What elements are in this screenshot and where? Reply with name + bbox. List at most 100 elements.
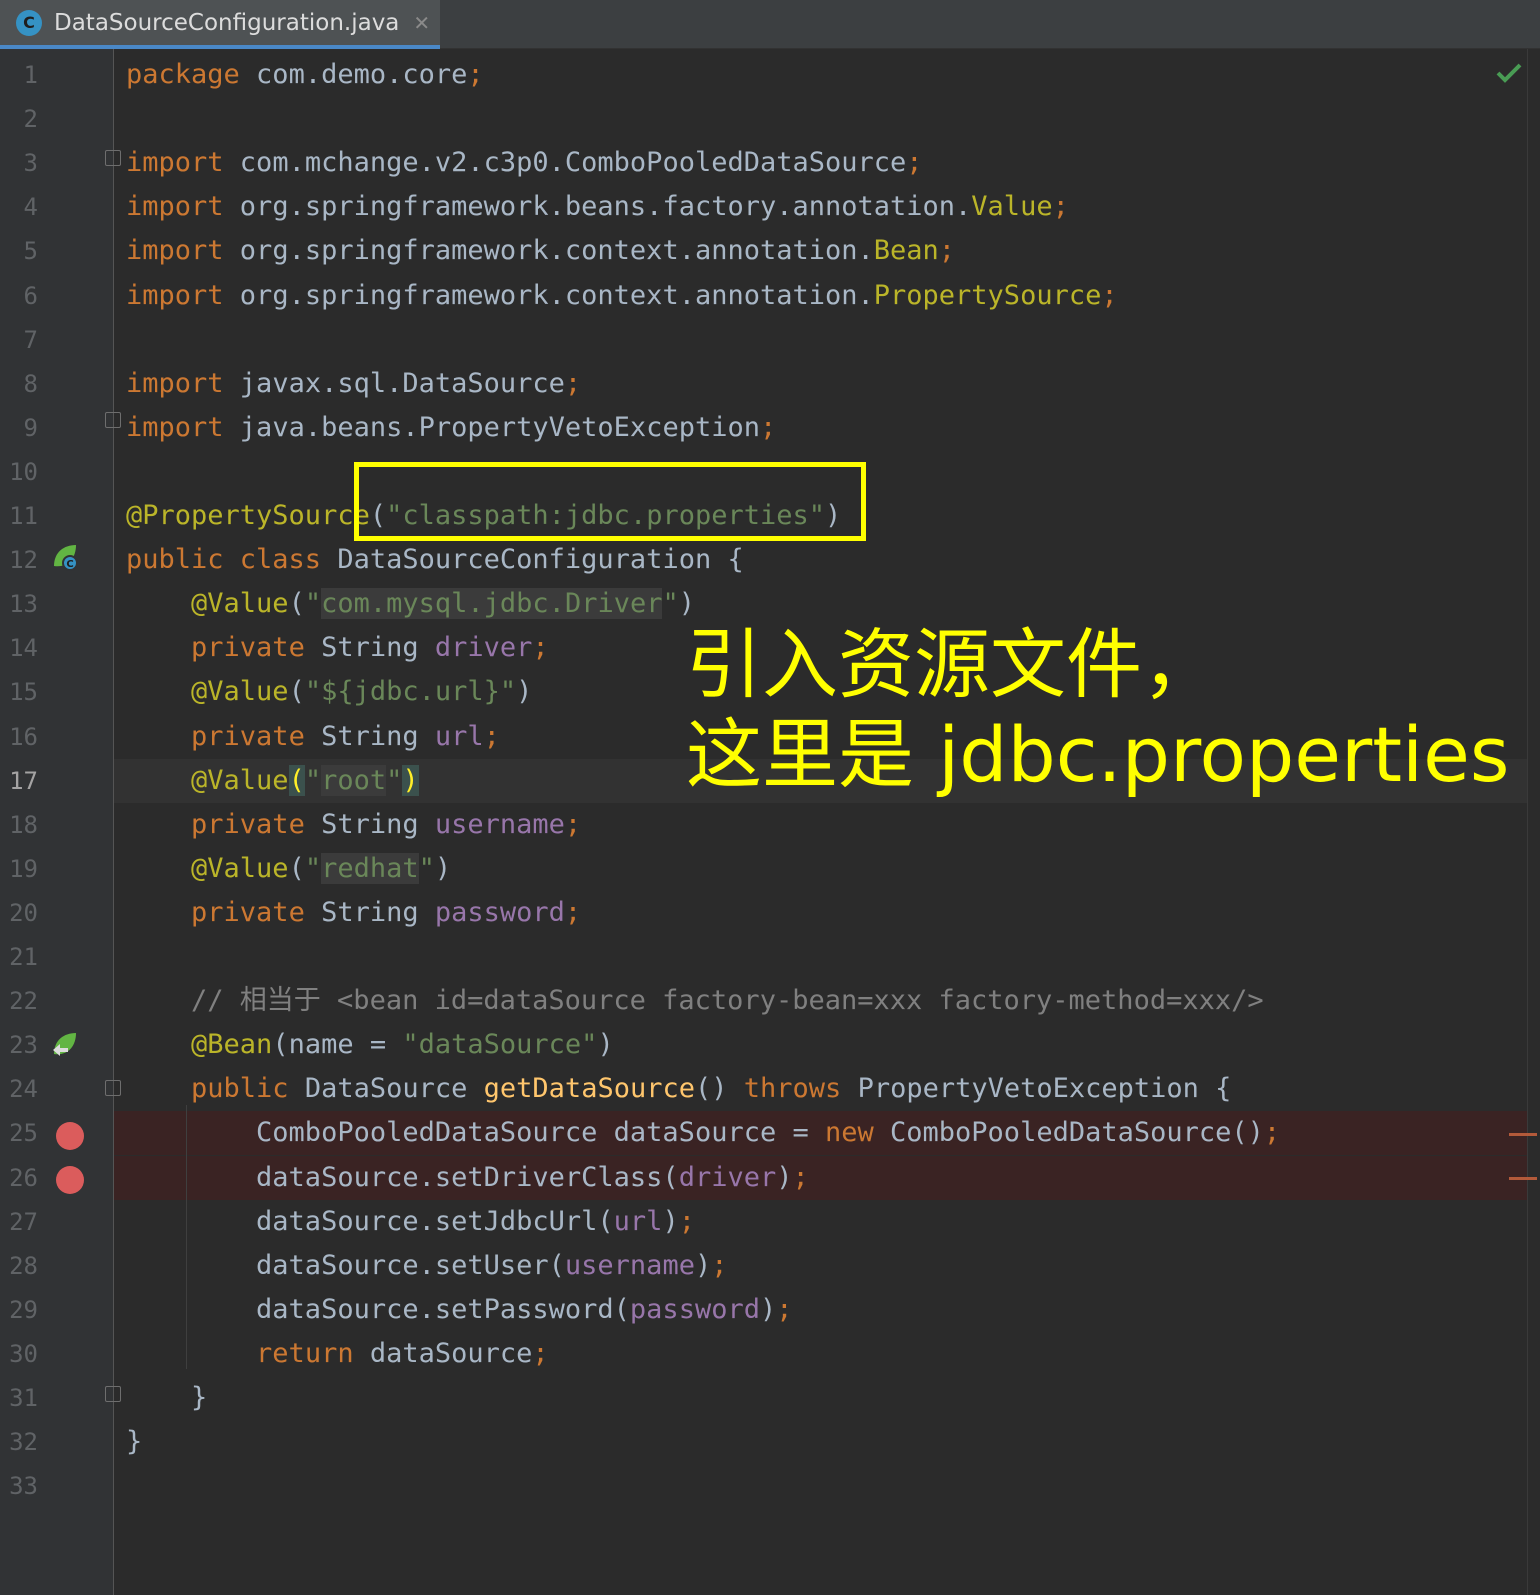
code-token: throws bbox=[743, 1073, 842, 1104]
code-token: ComboPooledDataSource() bbox=[873, 1117, 1264, 1148]
fold-toggle-icon[interactable] bbox=[105, 1080, 121, 1096]
code-line[interactable]: 8 import javax.sql.DataSource; bbox=[0, 362, 1540, 406]
code-token: @Bean bbox=[191, 1029, 273, 1060]
code-text[interactable]: @Value("${jdbc.url}") bbox=[126, 670, 532, 714]
code-line[interactable]: 32} bbox=[0, 1420, 1540, 1464]
line-number: 2 bbox=[23, 105, 38, 133]
code-line[interactable]: 33 bbox=[0, 1464, 1540, 1508]
line-number: 18 bbox=[9, 811, 38, 839]
code-line[interactable]: 28 dataSource.setUser(username); bbox=[0, 1244, 1540, 1288]
error-stripe-mark[interactable] bbox=[1509, 1177, 1537, 1180]
code-text[interactable]: @Value("com.mysql.jdbc.Driver") bbox=[126, 582, 695, 626]
code-token: password bbox=[629, 1294, 760, 1325]
code-line[interactable]: 18 private String username; bbox=[0, 803, 1540, 847]
close-icon[interactable]: ✕ bbox=[413, 11, 430, 35]
code-text[interactable]: private String username; bbox=[126, 803, 581, 847]
code-text[interactable]: // 相当于 <bean id=dataSource factory-bean=… bbox=[126, 979, 1264, 1023]
line-number: 21 bbox=[9, 943, 38, 971]
code-line[interactable]: 30 return dataSource; bbox=[0, 1332, 1540, 1376]
tab-label: DataSourceConfiguration.java bbox=[54, 9, 400, 36]
code-token: ; bbox=[1101, 280, 1118, 311]
code-token: password bbox=[434, 897, 565, 928]
code-line[interactable]: 2 bbox=[0, 97, 1540, 141]
code-token: (name = bbox=[272, 1029, 403, 1060]
code-token: ComboPooledDataSource dataSource = bbox=[126, 1117, 825, 1148]
spring-bean-method-gutter-icon[interactable] bbox=[50, 1030, 80, 1060]
code-line[interactable]: 1 package com.demo.core; bbox=[0, 53, 1540, 97]
tab-datasourceconfiguration[interactable]: C DataSourceConfiguration.java ✕ bbox=[0, 0, 440, 49]
breakpoint-icon[interactable] bbox=[56, 1166, 84, 1194]
code-token: private bbox=[191, 721, 305, 752]
code-line[interactable]: 7 bbox=[0, 318, 1540, 362]
no-problems-check-icon[interactable] bbox=[1496, 62, 1522, 84]
code-text[interactable]: @Value("root") bbox=[126, 759, 419, 803]
code-token: " bbox=[418, 853, 435, 884]
code-line[interactable]: 6 import org.springframework.context.anno… bbox=[0, 274, 1540, 318]
code-text[interactable]: dataSource.setPassword(password); bbox=[126, 1288, 792, 1332]
code-token: ; bbox=[564, 368, 582, 399]
code-text[interactable]: @Value("redhat") bbox=[126, 847, 451, 891]
code-token: import bbox=[126, 191, 224, 222]
code-token: ( bbox=[288, 676, 305, 707]
code-text[interactable]: import java.beans.PropertyVetoException; bbox=[126, 406, 776, 450]
code-token: com.mysql.jdbc.Driver bbox=[321, 588, 663, 619]
code-line[interactable]: 24 public DataSource getDataSource() thr… bbox=[0, 1067, 1540, 1111]
code-token: getDataSource bbox=[483, 1073, 695, 1104]
code-line[interactable]: 5 import org.springframework.context.anno… bbox=[0, 229, 1540, 273]
code-text[interactable]: dataSource.setUser(username); bbox=[126, 1244, 727, 1288]
code-line[interactable]: 3 import com.mchange.v2.c3p0.ComboPooledD… bbox=[0, 141, 1540, 185]
code-text[interactable]: } bbox=[126, 1376, 207, 1420]
code-text[interactable]: public DataSource getDataSource() throws… bbox=[126, 1067, 1231, 1111]
code-line[interactable]: 19 @Value("redhat") bbox=[0, 847, 1540, 891]
code-token: } bbox=[126, 1426, 143, 1457]
code-line[interactable]: 25 ComboPooledDataSource dataSource = ne… bbox=[0, 1111, 1540, 1155]
code-text[interactable]: package com.demo.core; bbox=[126, 53, 484, 97]
code-line[interactable]: 31 } bbox=[0, 1376, 1540, 1420]
breakpoint-icon[interactable] bbox=[56, 1122, 84, 1150]
code-line[interactable]: 27 dataSource.setJdbcUrl(url); bbox=[0, 1200, 1540, 1244]
code-text[interactable]: import org.springframework.context.annot… bbox=[126, 274, 1118, 318]
code-line[interactable]: 23 @Bean(name = "dataSource") bbox=[0, 1023, 1540, 1067]
code-token: ) bbox=[678, 588, 696, 619]
code-token: ; bbox=[1052, 191, 1069, 222]
spring-bean-gutter-icon[interactable]: C bbox=[50, 542, 80, 572]
line-number: 31 bbox=[9, 1384, 38, 1412]
code-token: ; bbox=[906, 147, 923, 178]
code-text[interactable]: dataSource.setJdbcUrl(url); bbox=[126, 1200, 695, 1244]
fold-toggle-icon[interactable] bbox=[105, 1386, 121, 1402]
code-text[interactable]: import com.mchange.v2.c3p0.ComboPooledDa… bbox=[126, 141, 923, 185]
code-line[interactable]: 21 bbox=[0, 935, 1540, 979]
code-text[interactable]: } bbox=[126, 1420, 142, 1464]
code-token: ) bbox=[662, 1206, 679, 1237]
code-line[interactable]: 29 dataSource.setPassword(password); bbox=[0, 1288, 1540, 1332]
code-text[interactable]: public class DataSourceConfiguration { bbox=[126, 538, 744, 582]
code-line[interactable]: 22 // 相当于 <bean id=dataSource factory-be… bbox=[0, 979, 1540, 1023]
code-line[interactable]: 26 dataSource.setDriverClass(driver); bbox=[0, 1156, 1540, 1200]
code-token: ; bbox=[483, 721, 500, 752]
code-text[interactable]: ComboPooledDataSource dataSource = new C… bbox=[126, 1111, 1280, 1155]
code-token: ( bbox=[288, 588, 305, 619]
code-text[interactable]: private String url; bbox=[126, 715, 500, 759]
line-number: 28 bbox=[9, 1252, 38, 1280]
code-line[interactable]: 20 private String password; bbox=[0, 891, 1540, 935]
code-text[interactable]: import org.springframework.beans.factory… bbox=[126, 185, 1069, 229]
code-text[interactable]: import org.springframework.context.annot… bbox=[126, 229, 955, 273]
error-stripe-mark[interactable] bbox=[1509, 1133, 1537, 1136]
code-token: DataSourceConfiguration { bbox=[321, 544, 744, 575]
code-line[interactable]: 9 import java.beans.PropertyVetoException… bbox=[0, 406, 1540, 450]
code-text[interactable]: return dataSource; bbox=[126, 1332, 549, 1376]
code-token: org.springframework.context.annotation. bbox=[223, 280, 874, 311]
code-text[interactable]: private String password; bbox=[126, 891, 581, 935]
code-text[interactable]: dataSource.setDriverClass(driver); bbox=[126, 1156, 809, 1200]
fold-toggle-icon[interactable] bbox=[105, 150, 121, 166]
code-text[interactable]: @Bean(name = "dataSource") bbox=[126, 1023, 614, 1067]
code-line[interactable]: 12 public class DataSourceConfiguration { bbox=[0, 538, 1540, 582]
fold-toggle-icon[interactable] bbox=[105, 412, 121, 428]
code-line[interactable]: 4 import org.springframework.beans.factor… bbox=[0, 185, 1540, 229]
code-text[interactable]: import javax.sql.DataSource; bbox=[126, 362, 581, 406]
code-text[interactable]: private String driver; bbox=[126, 626, 549, 670]
